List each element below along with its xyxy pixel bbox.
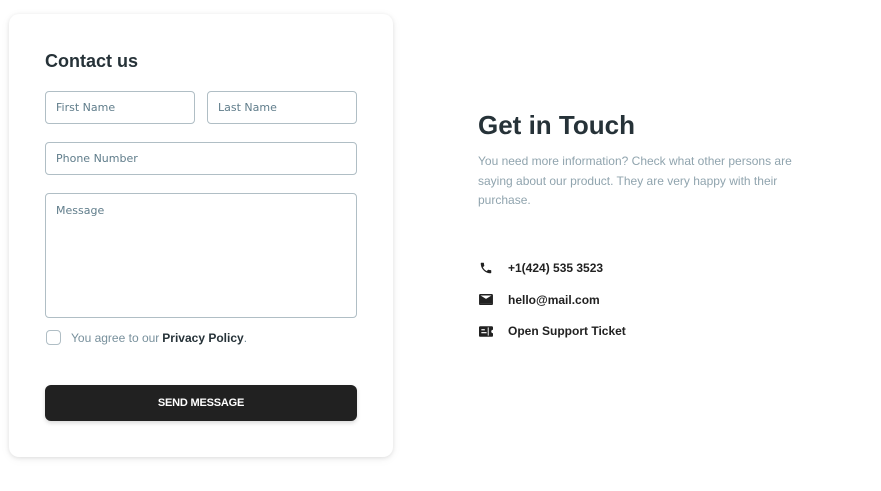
contact-title: Contact us — [45, 51, 139, 71]
send-message-button[interactable]: SEND MESSAGE — [45, 385, 357, 421]
phone-icon — [478, 260, 494, 276]
phone-number-input[interactable] — [45, 142, 357, 175]
contact-item-support[interactable]: Open Support Ticket — [478, 322, 626, 340]
ticket-icon — [478, 323, 494, 339]
message-textarea[interactable] — [45, 193, 357, 318]
last-name-input[interactable] — [207, 91, 357, 124]
contact-page: Contact us You agree to our Privacy Poli… — [0, 0, 881, 491]
agree-prefix-text: You agree to our — [71, 330, 160, 345]
contact-item-email[interactable]: hello@mail.com — [478, 291, 626, 309]
contact-info-list: +1(424) 535 3523 hello@mail.com Open Sup… — [478, 259, 626, 354]
contact-card: Contact us You agree to our Privacy Poli… — [9, 14, 393, 457]
contact-item-phone[interactable]: +1(424) 535 3523 — [478, 259, 626, 277]
privacy-agreement: You agree to our Privacy Policy . — [46, 330, 247, 345]
privacy-checkbox[interactable] — [46, 330, 61, 345]
privacy-policy-link[interactable]: Privacy Policy — [162, 331, 243, 345]
agree-suffix-text: . — [243, 330, 248, 345]
contact-email-label: hello@mail.com — [508, 292, 600, 307]
first-name-input[interactable] — [45, 91, 195, 124]
get-in-touch-description: You need more information? Check what ot… — [478, 154, 792, 207]
contact-phone-label: +1(424) 535 3523 — [508, 261, 604, 275]
get-in-touch-title: Get in Touch — [478, 110, 635, 140]
mail-icon — [478, 292, 494, 308]
contact-support-label: Open Support Ticket — [508, 324, 626, 338]
